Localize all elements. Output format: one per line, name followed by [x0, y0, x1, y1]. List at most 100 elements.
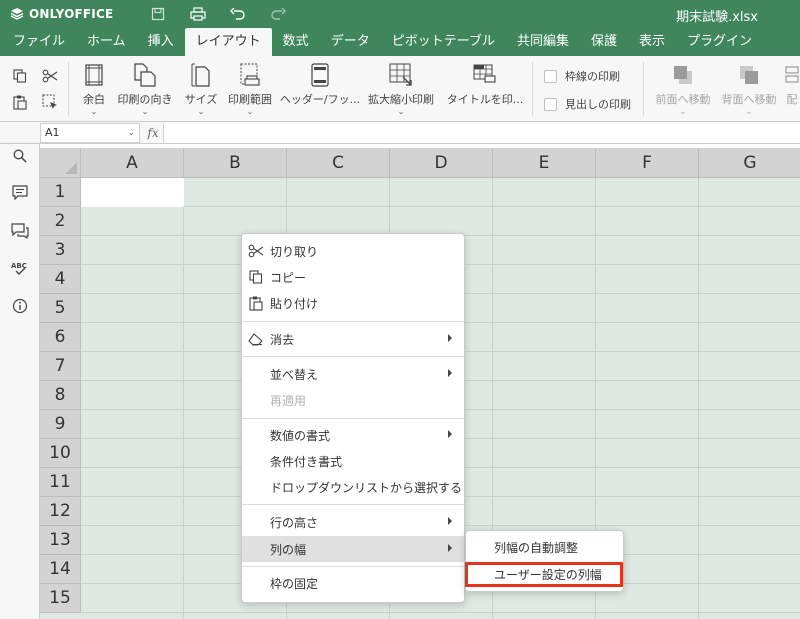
tab-file[interactable]: ファイル: [2, 28, 76, 56]
row-header[interactable]: 10: [40, 439, 81, 468]
paste-icon: [249, 296, 263, 311]
row-header[interactable]: 2: [40, 207, 81, 236]
column-header[interactable]: C: [287, 148, 390, 178]
bring-forward-button[interactable]: 前面へ移動 ⌄: [650, 60, 716, 120]
menu-item-cut[interactable]: 切り取り: [242, 238, 464, 264]
margins-icon: [85, 64, 103, 86]
info-icon[interactable]: [8, 294, 32, 318]
active-cell-a1[interactable]: [81, 178, 184, 207]
cut-button[interactable]: [37, 65, 63, 87]
column-header[interactable]: G: [699, 148, 800, 178]
tab-data[interactable]: データ: [320, 28, 381, 56]
print-gridlines-checkbox[interactable]: 枠線の印刷: [544, 68, 620, 84]
tab-formula[interactable]: 数式: [272, 28, 320, 56]
tab-view[interactable]: 表示: [628, 28, 676, 56]
column-header[interactable]: E: [493, 148, 596, 178]
cell-name-box[interactable]: A1 ⌄: [40, 123, 140, 143]
copy-icon: [249, 270, 263, 284]
function-icon[interactable]: fx: [144, 123, 162, 143]
submenu-arrow-icon: [448, 334, 452, 342]
column-header[interactable]: A: [81, 148, 184, 178]
onlyoffice-logo-icon: [10, 8, 24, 20]
redo-icon[interactable]: [258, 0, 298, 28]
row-header[interactable]: 3: [40, 236, 81, 265]
column-header[interactable]: D: [390, 148, 493, 178]
formula-input[interactable]: [163, 123, 800, 143]
formula-bar: A1 ⌄ fx: [0, 122, 800, 144]
menu-item-clear[interactable]: 消去: [242, 326, 464, 352]
menu-item-copy[interactable]: コピー: [242, 264, 464, 290]
left-sidebar: ABC: [0, 144, 40, 619]
submenu-item-autofit[interactable]: 列幅の自動調整: [466, 535, 623, 561]
paste-icon: [13, 95, 27, 110]
spellcheck-icon[interactable]: ABC: [8, 256, 32, 280]
row-header[interactable]: 5: [40, 294, 81, 323]
row-header[interactable]: 15: [40, 584, 81, 613]
submenu-arrow-icon: [448, 544, 452, 552]
row-header[interactable]: 13: [40, 526, 81, 555]
menu-item-freeze-panes[interactable]: 枠の固定: [242, 570, 464, 596]
comments-icon[interactable]: [8, 180, 32, 204]
print-titles-button[interactable]: タイトルを印...: [445, 60, 525, 120]
orientation-icon: [134, 63, 156, 87]
row-header[interactable]: 8: [40, 381, 81, 410]
submenu-arrow-icon: [448, 369, 452, 377]
tab-insert[interactable]: 挿入: [137, 28, 185, 56]
paste-button[interactable]: [7, 91, 33, 113]
tab-home[interactable]: ホーム: [76, 28, 137, 56]
menu-item-conditional-format[interactable]: 条件付き書式: [242, 448, 464, 474]
row-header[interactable]: 9: [40, 410, 81, 439]
row-header[interactable]: 6: [40, 323, 81, 352]
toolbar: 余白 ⌄ 印刷の向き ⌄ サイズ ⌄ 印刷範囲 ⌄ ヘッダー/フッ... 拡大縮…: [0, 56, 800, 122]
app-brand: ONLYOFFICE: [29, 7, 114, 21]
tab-pivot-table[interactable]: ピボットテーブル: [381, 28, 506, 56]
chevron-down-icon: ⌄: [197, 107, 205, 116]
chat-icon[interactable]: [8, 219, 32, 243]
align-button[interactable]: 配: [784, 60, 800, 120]
print-titles-icon: [473, 64, 496, 83]
copy-icon: [13, 69, 27, 83]
submenu-arrow-icon: [448, 430, 452, 438]
row-header[interactable]: 11: [40, 468, 81, 497]
tab-collaboration[interactable]: 共同編集: [506, 28, 580, 56]
menu-item-paste[interactable]: 貼り付け: [242, 290, 464, 316]
align-icon: [785, 66, 799, 83]
margins-button[interactable]: 余白 ⌄: [78, 60, 110, 120]
print-icon[interactable]: [178, 0, 218, 28]
chevron-down-icon: ⌄: [127, 128, 135, 138]
select-all-corner[interactable]: [40, 148, 81, 178]
column-header[interactable]: B: [184, 148, 287, 178]
header-footer-button[interactable]: ヘッダー/フッ...: [280, 60, 360, 120]
menu-item-dropdown-list[interactable]: ドロップダウンリストから選択する: [242, 474, 464, 500]
menu-item-row-height[interactable]: 行の高さ: [242, 509, 464, 535]
scale-icon: [389, 63, 412, 86]
print-headings-checkbox[interactable]: 見出しの印刷: [544, 96, 631, 112]
menu-item-reapply: 再適用: [270, 393, 307, 408]
menu-item-column-width[interactable]: 列の幅: [242, 536, 464, 562]
row-header[interactable]: 12: [40, 497, 81, 526]
row-header[interactable]: 1: [40, 178, 81, 207]
scissors-icon: [42, 69, 58, 83]
tab-layout[interactable]: レイアウト: [184, 28, 272, 56]
copy-button[interactable]: [7, 65, 33, 87]
save-icon[interactable]: [138, 0, 178, 28]
orientation-button[interactable]: 印刷の向き ⌄: [116, 60, 174, 120]
tab-plugins[interactable]: プラグイン: [676, 28, 763, 56]
search-icon[interactable]: [8, 144, 32, 168]
row-header[interactable]: 7: [40, 352, 81, 381]
scale-to-fit-button[interactable]: 拡大縮小印刷 ⌄: [368, 60, 434, 120]
undo-icon[interactable]: [218, 0, 258, 28]
app-logo: ONLYOFFICE: [10, 7, 113, 21]
print-area-button[interactable]: 印刷範囲 ⌄: [226, 60, 274, 120]
column-header[interactable]: F: [596, 148, 699, 178]
menu-item-number-format[interactable]: 数値の書式: [242, 422, 464, 448]
row-header[interactable]: 4: [40, 265, 81, 294]
select-all-button[interactable]: [37, 91, 63, 113]
send-backward-button[interactable]: 背面へ移動 ⌄: [718, 60, 780, 120]
row-header[interactable]: 14: [40, 555, 81, 584]
menu-item-sort[interactable]: 並べ替え: [242, 361, 464, 387]
send-backward-icon: [740, 66, 758, 84]
chevron-down-icon: ⌄: [246, 107, 254, 116]
page-size-button[interactable]: サイズ ⌄: [183, 60, 219, 120]
tab-protection[interactable]: 保護: [580, 28, 628, 56]
